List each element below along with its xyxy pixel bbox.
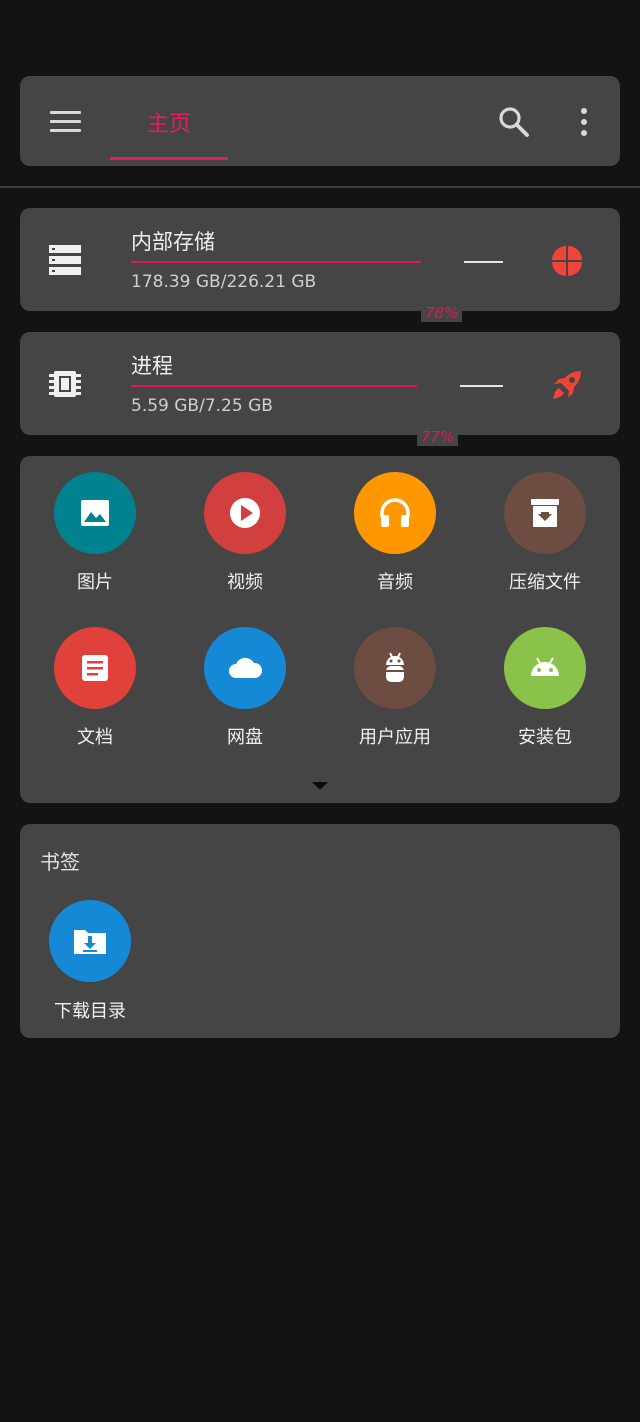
category-label: 网盘 — [227, 727, 263, 748]
pie-chart-icon[interactable] — [550, 244, 584, 278]
memory-percent: 77% — [417, 428, 459, 446]
tab-home-label: 主页 — [146, 112, 191, 137]
storage-percent: 78% — [421, 304, 463, 322]
more-vert-icon[interactable] — [572, 104, 596, 140]
category-videos[interactable]: 视频 — [170, 456, 320, 596]
category-grid: 图片 视频 音频 压缩文件 文档 网盘 用户应用 安装包 — [20, 456, 620, 803]
download-folder-icon — [74, 930, 106, 954]
cloud-icon — [229, 657, 263, 678]
category-circle — [504, 627, 586, 709]
category-documents[interactable]: 文档 — [20, 611, 170, 751]
category-user-apps[interactable]: 用户应用 — [320, 611, 470, 751]
category-label: 图片 — [77, 572, 113, 593]
bookmark-downloads[interactable]: 下载目录 — [40, 900, 140, 1030]
document-icon — [82, 655, 108, 681]
category-label: 安装包 — [518, 727, 572, 748]
storage-title: 内部存储 — [131, 230, 215, 254]
category-label: 用户应用 — [359, 727, 431, 748]
memory-usage-fill — [131, 385, 417, 387]
category-cloud[interactable]: 网盘 — [170, 611, 320, 751]
bookmark-circle — [49, 900, 131, 982]
memory-usage-bar: 77% — [131, 385, 503, 446]
memory-usage-remaining — [460, 385, 503, 387]
category-circle — [204, 627, 286, 709]
category-label: 视频 — [227, 572, 263, 593]
storage-icon — [48, 244, 84, 276]
bookmarks-card: 书签 下载目录 — [20, 824, 620, 1038]
android-icon — [531, 657, 559, 676]
category-circle — [54, 472, 136, 554]
category-archives[interactable]: 压缩文件 — [470, 456, 620, 596]
category-circle — [204, 472, 286, 554]
category-label: 文档 — [77, 727, 113, 748]
category-apk-packages[interactable]: 安装包 — [470, 611, 620, 751]
tab-indicator — [110, 157, 228, 160]
memory-chip-icon — [48, 368, 84, 400]
category-circle — [354, 627, 436, 709]
search-icon[interactable] — [496, 104, 532, 140]
category-label: 音频 — [377, 572, 413, 593]
menu-icon[interactable] — [50, 108, 82, 134]
bookmarks-heading: 书签 — [40, 850, 80, 874]
memory-size: 5.59 GB/7.25 GB — [131, 396, 273, 416]
rocket-icon[interactable] — [550, 368, 584, 402]
storage-usage-remaining — [464, 261, 503, 263]
storage-usage-fill — [131, 261, 421, 263]
image-icon — [81, 500, 109, 526]
category-audio[interactable]: 音频 — [320, 456, 470, 596]
category-images[interactable]: 图片 — [20, 456, 170, 596]
storage-usage-bar: 78% — [131, 261, 503, 322]
category-circle — [504, 472, 586, 554]
tab-home[interactable]: 主页 — [110, 76, 228, 166]
headphones-icon — [380, 498, 410, 527]
process-memory-card[interactable]: 进程 77% 5.59 GB/7.25 GB — [20, 332, 620, 446]
bookmark-label: 下载目录 — [54, 1001, 126, 1022]
top-app-bar: 主页 — [20, 76, 620, 166]
android-robot-icon — [386, 652, 404, 682]
archive-icon — [531, 499, 559, 527]
play-icon — [230, 498, 260, 528]
internal-storage-card[interactable]: 内部存储 78% 178.39 GB/226.21 GB — [20, 208, 620, 322]
category-circle — [354, 472, 436, 554]
storage-size: 178.39 GB/226.21 GB — [131, 272, 317, 292]
header-divider — [0, 186, 640, 188]
expand-chevron-down-icon[interactable] — [308, 778, 332, 792]
category-circle — [54, 627, 136, 709]
category-label: 压缩文件 — [509, 572, 581, 593]
process-title: 进程 — [131, 354, 173, 378]
